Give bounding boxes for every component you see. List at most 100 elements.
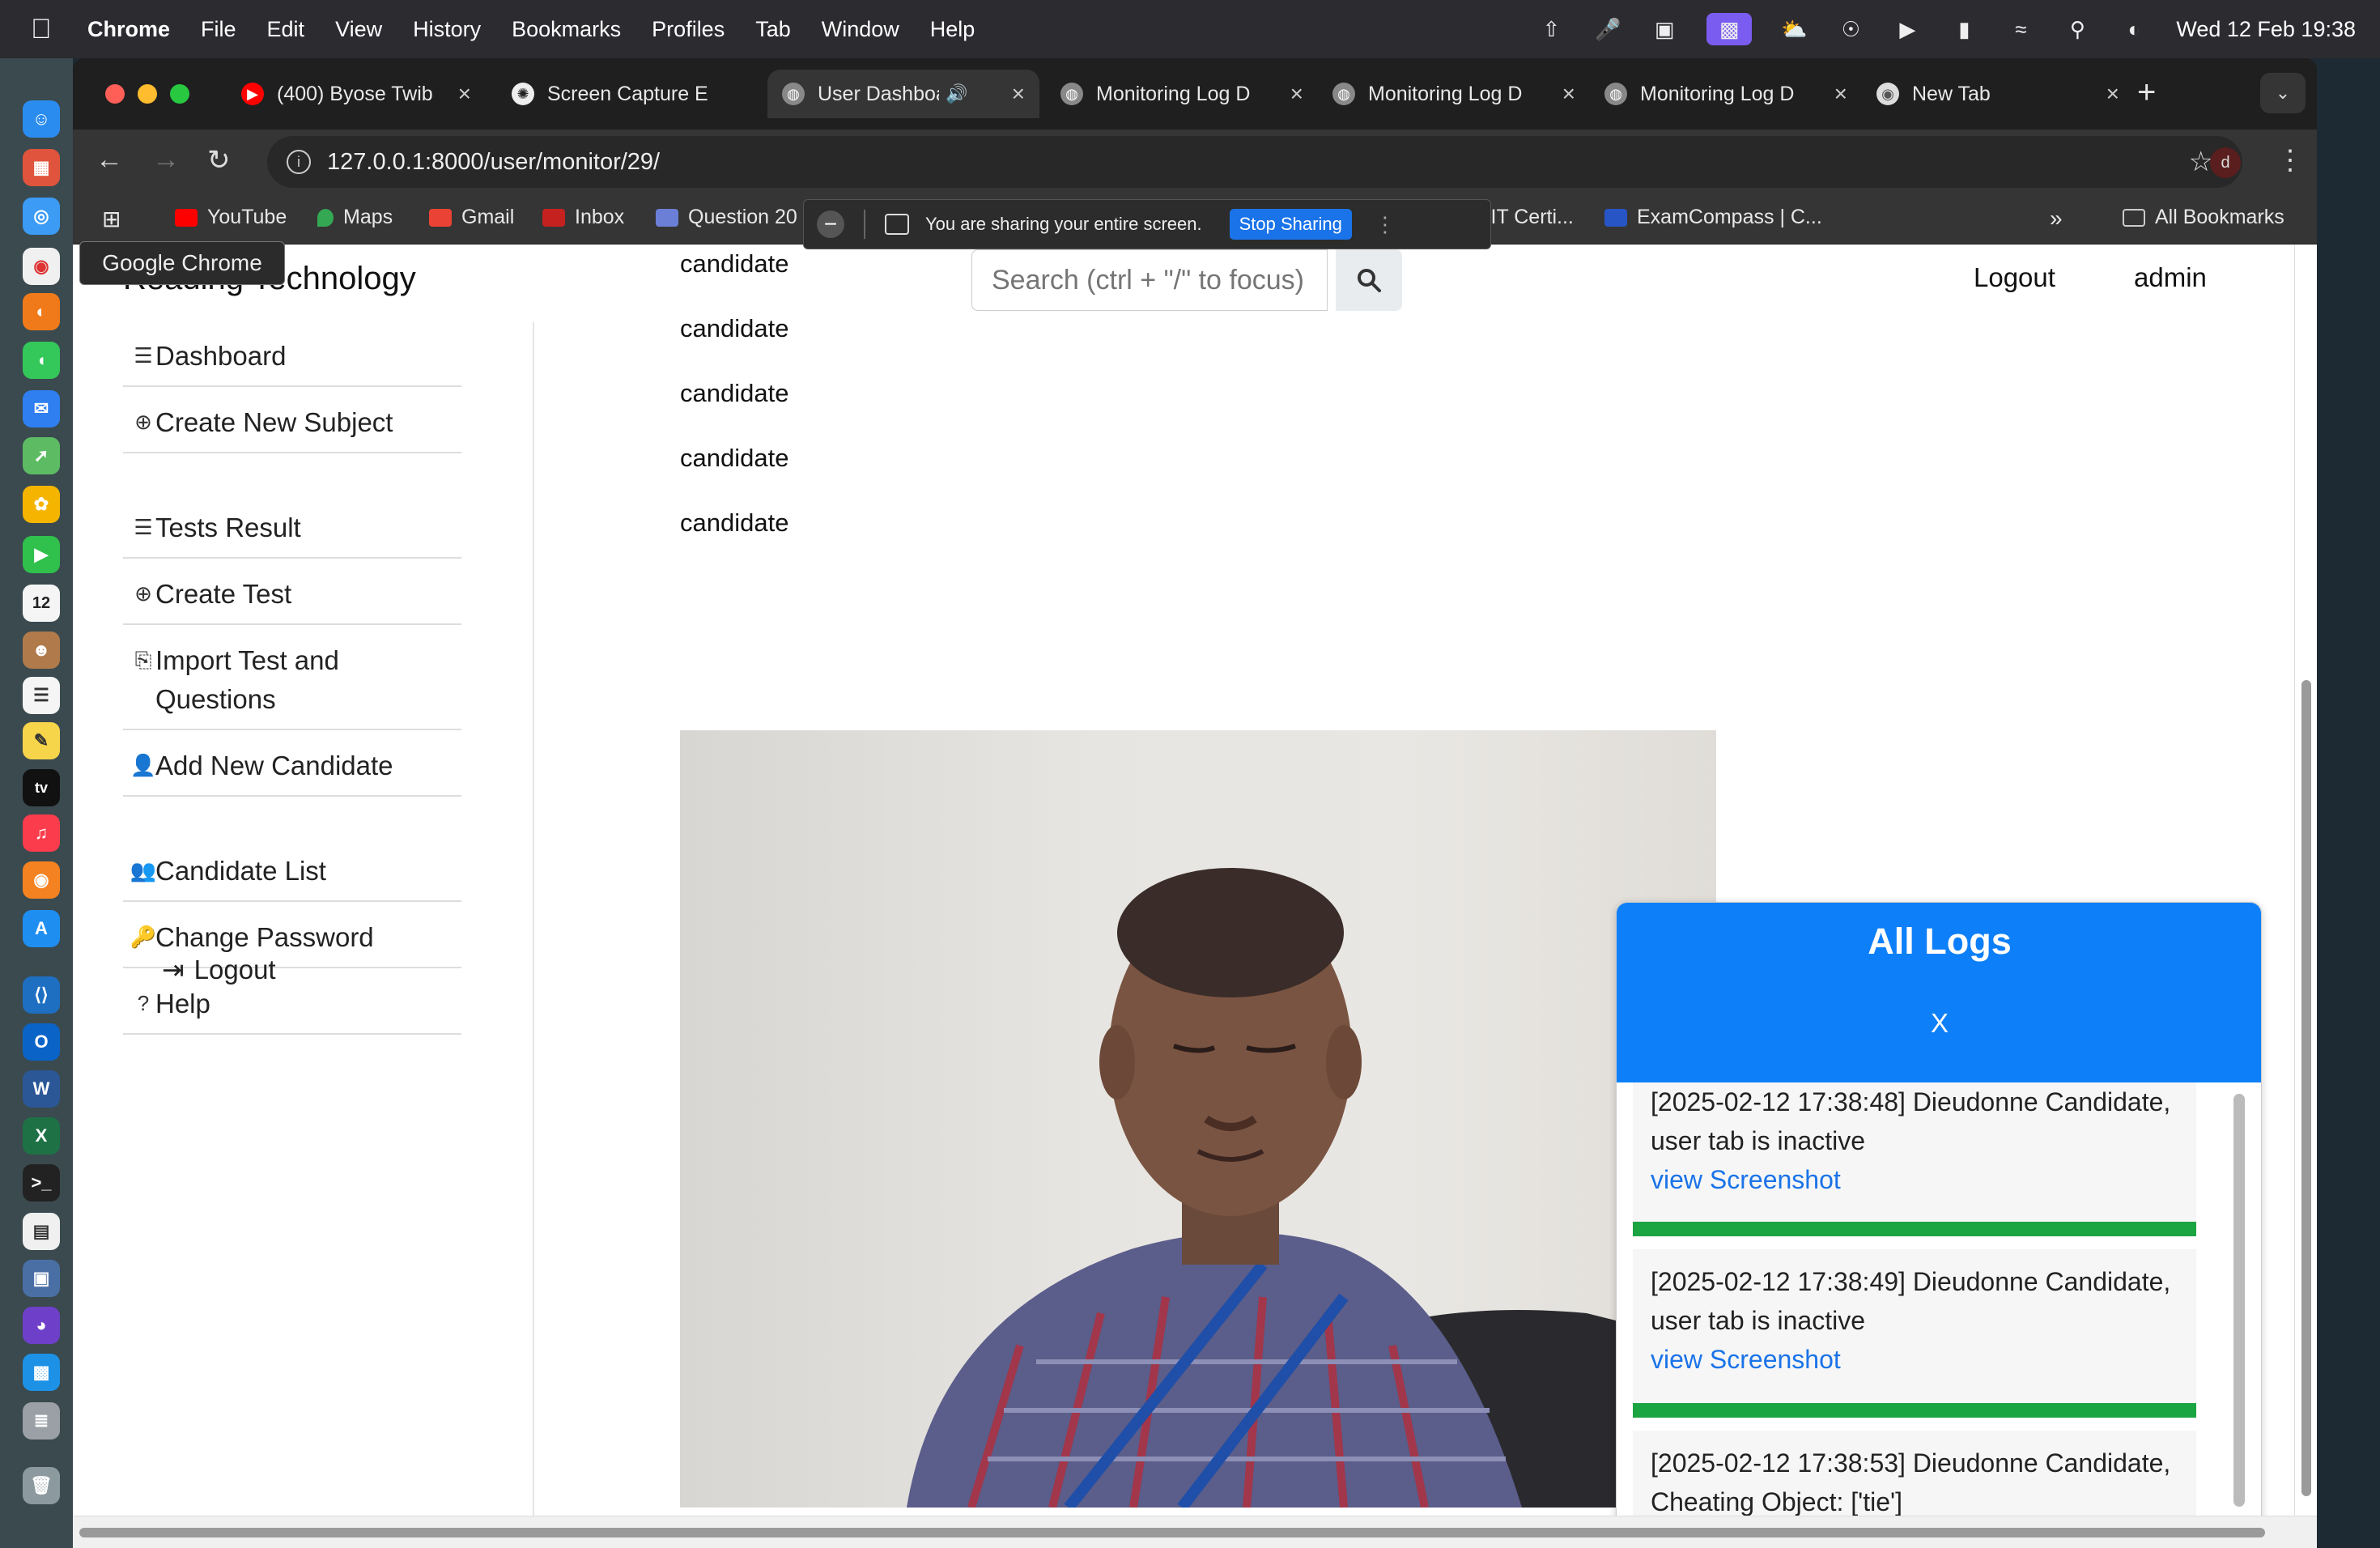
scrollbar-thumb[interactable] <box>79 1528 2265 1537</box>
app-store-icon[interactable]: A <box>23 910 60 947</box>
page-horizontal-scrollbar[interactable] <box>73 1516 2317 1548</box>
search-button[interactable] <box>1336 249 1402 311</box>
firefox-icon[interactable]: ◐ <box>23 293 60 330</box>
reminders-icon[interactable]: ☰ <box>23 677 60 714</box>
bookmark-maps[interactable]: Maps <box>317 206 393 229</box>
trash-icon[interactable]: 🗑 <box>23 1467 60 1504</box>
page-vertical-scrollbar[interactable] <box>2294 245 2317 1516</box>
photos-icon[interactable]: ✿ <box>23 486 60 523</box>
tab-new-tab[interactable]: ◉ New Tab × <box>1862 70 2134 118</box>
finder-icon[interactable]: ☺ <box>23 100 60 138</box>
menu-profiles[interactable]: Profiles <box>652 17 725 42</box>
site-info-icon[interactable]: i <box>287 150 311 174</box>
preview-icon[interactable]: ▣ <box>23 1260 60 1297</box>
contacts-icon[interactable]: ☻ <box>23 632 60 669</box>
logs-scrollbar[interactable] <box>2233 1094 2245 1507</box>
scrollbar-thumb[interactable] <box>2301 680 2311 1496</box>
stop-sharing-button[interactable]: Stop Sharing <box>1229 209 1352 240</box>
menu-history[interactable]: History <box>413 17 481 42</box>
reload-icon[interactable]: ↻ <box>207 144 231 176</box>
sidebar-item-dashboard[interactable]: ☰ Dashboard <box>123 327 461 387</box>
zoom-window-button[interactable] <box>170 84 189 104</box>
play-icon[interactable]: ▶ <box>1893 17 1922 41</box>
maps-icon[interactable]: ➚ <box>23 437 60 474</box>
facetime-icon[interactable]: ▶ <box>23 536 60 573</box>
close-tab-icon[interactable]: × <box>2106 81 2119 107</box>
minimize-sharing-icon[interactable]: − <box>817 211 844 238</box>
vscode-icon[interactable]: ⟨⟩ <box>23 976 60 1014</box>
menu-file[interactable]: File <box>201 17 236 42</box>
forward-arrow-icon[interactable]: → <box>152 144 180 176</box>
calendar-icon[interactable]: 12 <box>23 585 60 622</box>
word-icon[interactable]: W <box>23 1070 60 1108</box>
close-tab-icon[interactable]: × <box>1562 81 1575 107</box>
control-center-icon[interactable]: ◐ <box>2119 17 2148 41</box>
safari-icon[interactable]: ◎ <box>23 198 60 235</box>
outlook-icon[interactable]: O <box>23 1023 60 1061</box>
profile-avatar[interactable]: d <box>2210 147 2241 178</box>
logs-close-button[interactable]: X <box>1617 1008 2261 1039</box>
textedit-icon[interactable]: ▤ <box>23 1213 60 1250</box>
bookmark-gmail[interactable]: Gmail <box>429 206 514 229</box>
tab-youtube[interactable]: ▶ (400) Byose Twib × <box>227 70 486 118</box>
nav-logout-link[interactable]: Logout <box>1974 262 2055 293</box>
excel-icon[interactable]: X <box>23 1117 60 1155</box>
close-tab-icon[interactable]: × <box>1290 81 1303 107</box>
nav-user-link[interactable]: admin <box>2134 262 2207 293</box>
menu-app-name[interactable]: Chrome <box>87 17 170 42</box>
minimize-window-button[interactable] <box>138 84 157 104</box>
github-desktop-icon[interactable]: ◕ <box>23 1307 60 1344</box>
music-icon[interactable]: ♫ <box>23 814 60 852</box>
camera-icon[interactable]: ▣ <box>1650 17 1679 41</box>
bookmark-inbox[interactable]: Inbox <box>542 206 624 229</box>
bookmark-youtube[interactable]: YouTube <box>175 206 287 229</box>
sidebar-item-create-test[interactable]: ⊕ Create Test <box>123 565 461 625</box>
battery-icon[interactable]: ▮ <box>1949 17 1978 41</box>
microphone-icon[interactable]: 🎤 <box>1593 17 1622 41</box>
close-window-button[interactable] <box>105 84 125 104</box>
tab-search-chevron-icon[interactable]: ⌄ <box>2260 73 2306 113</box>
close-tab-icon[interactable]: × <box>1834 81 1847 107</box>
headphones-icon[interactable]: ☉ <box>1836 17 1865 41</box>
drag-handle-icon[interactable]: ⋮ <box>1375 212 1396 237</box>
sidebar-item-create-subject[interactable]: ⊕ Create New Subject <box>123 393 461 453</box>
chrome-icon[interactable]: ◉ <box>23 248 60 285</box>
view-screenshot-link[interactable]: view Screenshot <box>1651 1340 2178 1379</box>
close-tab-icon[interactable]: × <box>458 81 471 107</box>
disk-utility-icon[interactable]: ≣ <box>23 1402 60 1440</box>
weather-icon[interactable]: ⛅ <box>1779 17 1808 41</box>
more-bookmarks-chevron-icon[interactable]: » <box>2050 206 2063 232</box>
menu-bookmarks[interactable]: Bookmarks <box>512 17 621 42</box>
bookmark-question[interactable]: Question 20 <box>656 206 797 229</box>
menu-edit[interactable]: Edit <box>267 17 305 42</box>
close-tab-icon[interactable]: × <box>1012 81 1025 107</box>
sidebar-logout[interactable]: ⇥ Logout <box>162 954 276 985</box>
chrome-menu-icon[interactable]: ⋮ <box>2276 144 2304 176</box>
apps-grid-icon[interactable]: ⊞ <box>102 206 121 232</box>
sidebar-item-candidate-list[interactable]: 👥 Candidate List <box>123 842 461 902</box>
tab-monitoring-log-3[interactable]: ◍ Monitoring Log D × <box>1590 70 1862 118</box>
podcasts-icon[interactable]: ◉ <box>23 861 60 899</box>
bookmark-examcompass[interactable]: ExamCompass | C... <box>1604 206 1822 229</box>
screen-mirroring-icon[interactable]: ▩ <box>1706 13 1753 45</box>
terminal-icon[interactable]: >_ <box>23 1164 60 1201</box>
sidebar-item-import-test[interactable]: ⎘ Import Test and Questions <box>123 632 461 730</box>
search-input[interactable] <box>971 249 1328 311</box>
menu-help[interactable]: Help <box>930 17 975 42</box>
sidebar-item-tests-result[interactable]: ☰ Tests Result <box>123 499 461 559</box>
menubar-clock[interactable]: Wed 12 Feb 19:38 <box>2176 17 2356 42</box>
tab-monitoring-log-1[interactable]: ◍ Monitoring Log D × <box>1046 70 1318 118</box>
speaker-icon[interactable]: 🔊 <box>946 83 967 104</box>
apple-icon[interactable]:  <box>31 14 63 45</box>
messages-icon[interactable]: ◖ <box>23 342 60 379</box>
menu-tab[interactable]: Tab <box>755 17 791 42</box>
launchpad-icon[interactable]: ▦ <box>23 149 60 186</box>
docker-icon[interactable]: ▩ <box>23 1354 60 1391</box>
new-tab-plus-icon[interactable]: + <box>2137 74 2156 111</box>
tab-user-dashboard[interactable]: ◍ User Dashboa 🔊 × <box>767 70 1039 118</box>
url-text[interactable]: 127.0.0.1:8000/user/monitor/29/ <box>327 149 660 176</box>
address-bar[interactable]: i 127.0.0.1:8000/user/monitor/29/ ☆ <box>267 136 2242 188</box>
all-bookmarks[interactable]: All Bookmarks <box>2123 206 2284 229</box>
mail-icon[interactable]: ✉ <box>23 390 60 427</box>
notes-icon[interactable]: ✎ <box>23 722 60 759</box>
